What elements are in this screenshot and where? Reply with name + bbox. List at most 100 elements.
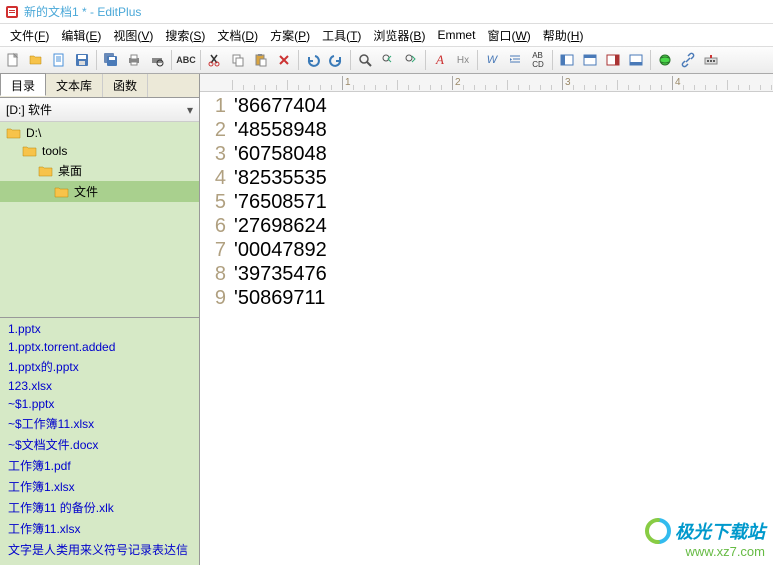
- separator: [96, 50, 97, 70]
- ruler-number: 2: [455, 77, 461, 88]
- text-content[interactable]: '86677404'48558948'60758048'82535535'765…: [232, 92, 773, 565]
- file-item[interactable]: ~$工作簿11.xlsx: [0, 413, 199, 434]
- code-line[interactable]: '27698624: [234, 214, 773, 238]
- line-number: 6: [200, 214, 226, 238]
- menu-view[interactable]: 视图(V): [107, 25, 159, 46]
- code-line[interactable]: '39735476: [234, 262, 773, 286]
- find-next-button[interactable]: [400, 49, 422, 71]
- folder-label: 桌面: [58, 162, 82, 179]
- undo-button[interactable]: [302, 49, 324, 71]
- file-item[interactable]: 123.xlsx: [0, 377, 199, 395]
- menu-help[interactable]: 帮助(H): [537, 25, 590, 46]
- find-button[interactable]: [354, 49, 376, 71]
- document-button[interactable]: [48, 49, 70, 71]
- print-preview-button[interactable]: [146, 49, 168, 71]
- panel4-button[interactable]: [625, 49, 647, 71]
- file-item[interactable]: 1.pptx: [0, 320, 199, 338]
- folder-node[interactable]: 文件: [0, 181, 199, 202]
- code-line[interactable]: '00047892: [234, 238, 773, 262]
- code-line[interactable]: '48558948: [234, 118, 773, 142]
- menu-window[interactable]: 窗口(W): [481, 25, 536, 46]
- new-file-button[interactable]: [2, 49, 24, 71]
- spell-check-button[interactable]: ABC: [175, 49, 197, 71]
- line-gutter: 123456789: [200, 92, 232, 565]
- line-number: 5: [200, 190, 226, 214]
- file-item[interactable]: 1.pptx.torrent.added: [0, 338, 199, 356]
- hex-button[interactable]: Hx: [452, 49, 474, 71]
- find-prev-button[interactable]: [377, 49, 399, 71]
- menu-edit[interactable]: 编辑(E): [55, 25, 107, 46]
- menu-file[interactable]: 文件(F): [4, 25, 55, 46]
- line-number: 8: [200, 262, 226, 286]
- folder-icon: [6, 126, 22, 140]
- line-number: 2: [200, 118, 226, 142]
- code-line[interactable]: '82535535: [234, 166, 773, 190]
- file-item[interactable]: 文字是人类用来义符号记录表达信: [0, 539, 199, 560]
- save-button[interactable]: [71, 49, 93, 71]
- file-item[interactable]: 工作簿11 的备份.xlk: [0, 497, 199, 518]
- folder-tree: D:\tools 桌面文件: [0, 122, 199, 317]
- folder-label: 文件: [74, 183, 98, 200]
- ruler: 123456: [200, 74, 773, 92]
- panel3-button[interactable]: [602, 49, 624, 71]
- panel1-button[interactable]: [556, 49, 578, 71]
- folder-icon: [38, 164, 54, 178]
- browser-button[interactable]: [654, 49, 676, 71]
- file-item[interactable]: 工作簿11.xlsx: [0, 518, 199, 539]
- ruler-number: 3: [565, 77, 571, 88]
- paste-button[interactable]: [250, 49, 272, 71]
- drive-selector[interactable]: [D:] 软件 ▾: [0, 98, 199, 122]
- delete-button[interactable]: [273, 49, 295, 71]
- menu-tools[interactable]: 工具(T): [316, 25, 367, 46]
- folder-node[interactable]: 桌面: [0, 160, 199, 181]
- file-item[interactable]: 工作簿1.xlsx: [0, 476, 199, 497]
- menu-search[interactable]: 搜索(S): [159, 25, 211, 46]
- indent-button[interactable]: [504, 49, 526, 71]
- folder-node[interactable]: D:\: [0, 124, 199, 142]
- code-line[interactable]: '60758048: [234, 142, 773, 166]
- toolbar: ABC A Hx W ABCD: [0, 46, 773, 74]
- separator: [200, 50, 201, 70]
- encoding-button[interactable]: ABCD: [527, 49, 549, 71]
- separator: [552, 50, 553, 70]
- code-line[interactable]: '50869711: [234, 286, 773, 310]
- menu-browser[interactable]: 浏览器(B): [367, 25, 431, 46]
- code-line[interactable]: '76508571: [234, 190, 773, 214]
- cut-button[interactable]: [204, 49, 226, 71]
- line-number: 4: [200, 166, 226, 190]
- editor: 123456 123456789 '86677404'48558948'6075…: [200, 74, 773, 565]
- code-area[interactable]: 123456789 '86677404'48558948'60758048'82…: [200, 92, 773, 565]
- open-file-button[interactable]: [25, 49, 47, 71]
- separator: [171, 50, 172, 70]
- app-icon: [4, 4, 20, 20]
- menu-emmet[interactable]: Emmet: [431, 26, 481, 44]
- sidebar-tab[interactable]: 目录: [0, 73, 46, 96]
- save-all-button[interactable]: [100, 49, 122, 71]
- file-item[interactable]: ~$1.pptx: [0, 395, 199, 413]
- separator: [425, 50, 426, 70]
- main-area: 目录文本库函数 [D:] 软件 ▾ D:\tools桌面文件 1.pptx1.p…: [0, 74, 773, 565]
- line-number: 7: [200, 238, 226, 262]
- file-item[interactable]: 1.pptx的.pptx: [0, 356, 199, 377]
- settings-button[interactable]: [700, 49, 722, 71]
- separator: [650, 50, 651, 70]
- word-wrap-button[interactable]: W: [481, 49, 503, 71]
- folder-node[interactable]: tools: [0, 142, 199, 160]
- link-button[interactable]: [677, 49, 699, 71]
- file-item[interactable]: 工作簿1.pdf: [0, 455, 199, 476]
- copy-button[interactable]: [227, 49, 249, 71]
- redo-button[interactable]: [325, 49, 347, 71]
- sidebar-tab[interactable]: 函数: [103, 74, 148, 97]
- menu-document[interactable]: 文档(D): [211, 25, 264, 46]
- menu-project[interactable]: 方案(P): [264, 25, 316, 46]
- print-button[interactable]: [123, 49, 145, 71]
- title-bar: 新的文档1 * - EditPlus: [0, 0, 773, 24]
- file-item[interactable]: ~$文档文件.docx: [0, 434, 199, 455]
- folder-icon: [54, 185, 70, 199]
- sidebar-tab[interactable]: 文本库: [46, 74, 103, 97]
- code-line[interactable]: '86677404: [234, 94, 773, 118]
- font-button[interactable]: A: [429, 49, 451, 71]
- chevron-down-icon: ▾: [187, 103, 193, 117]
- line-number: 3: [200, 142, 226, 166]
- panel2-button[interactable]: [579, 49, 601, 71]
